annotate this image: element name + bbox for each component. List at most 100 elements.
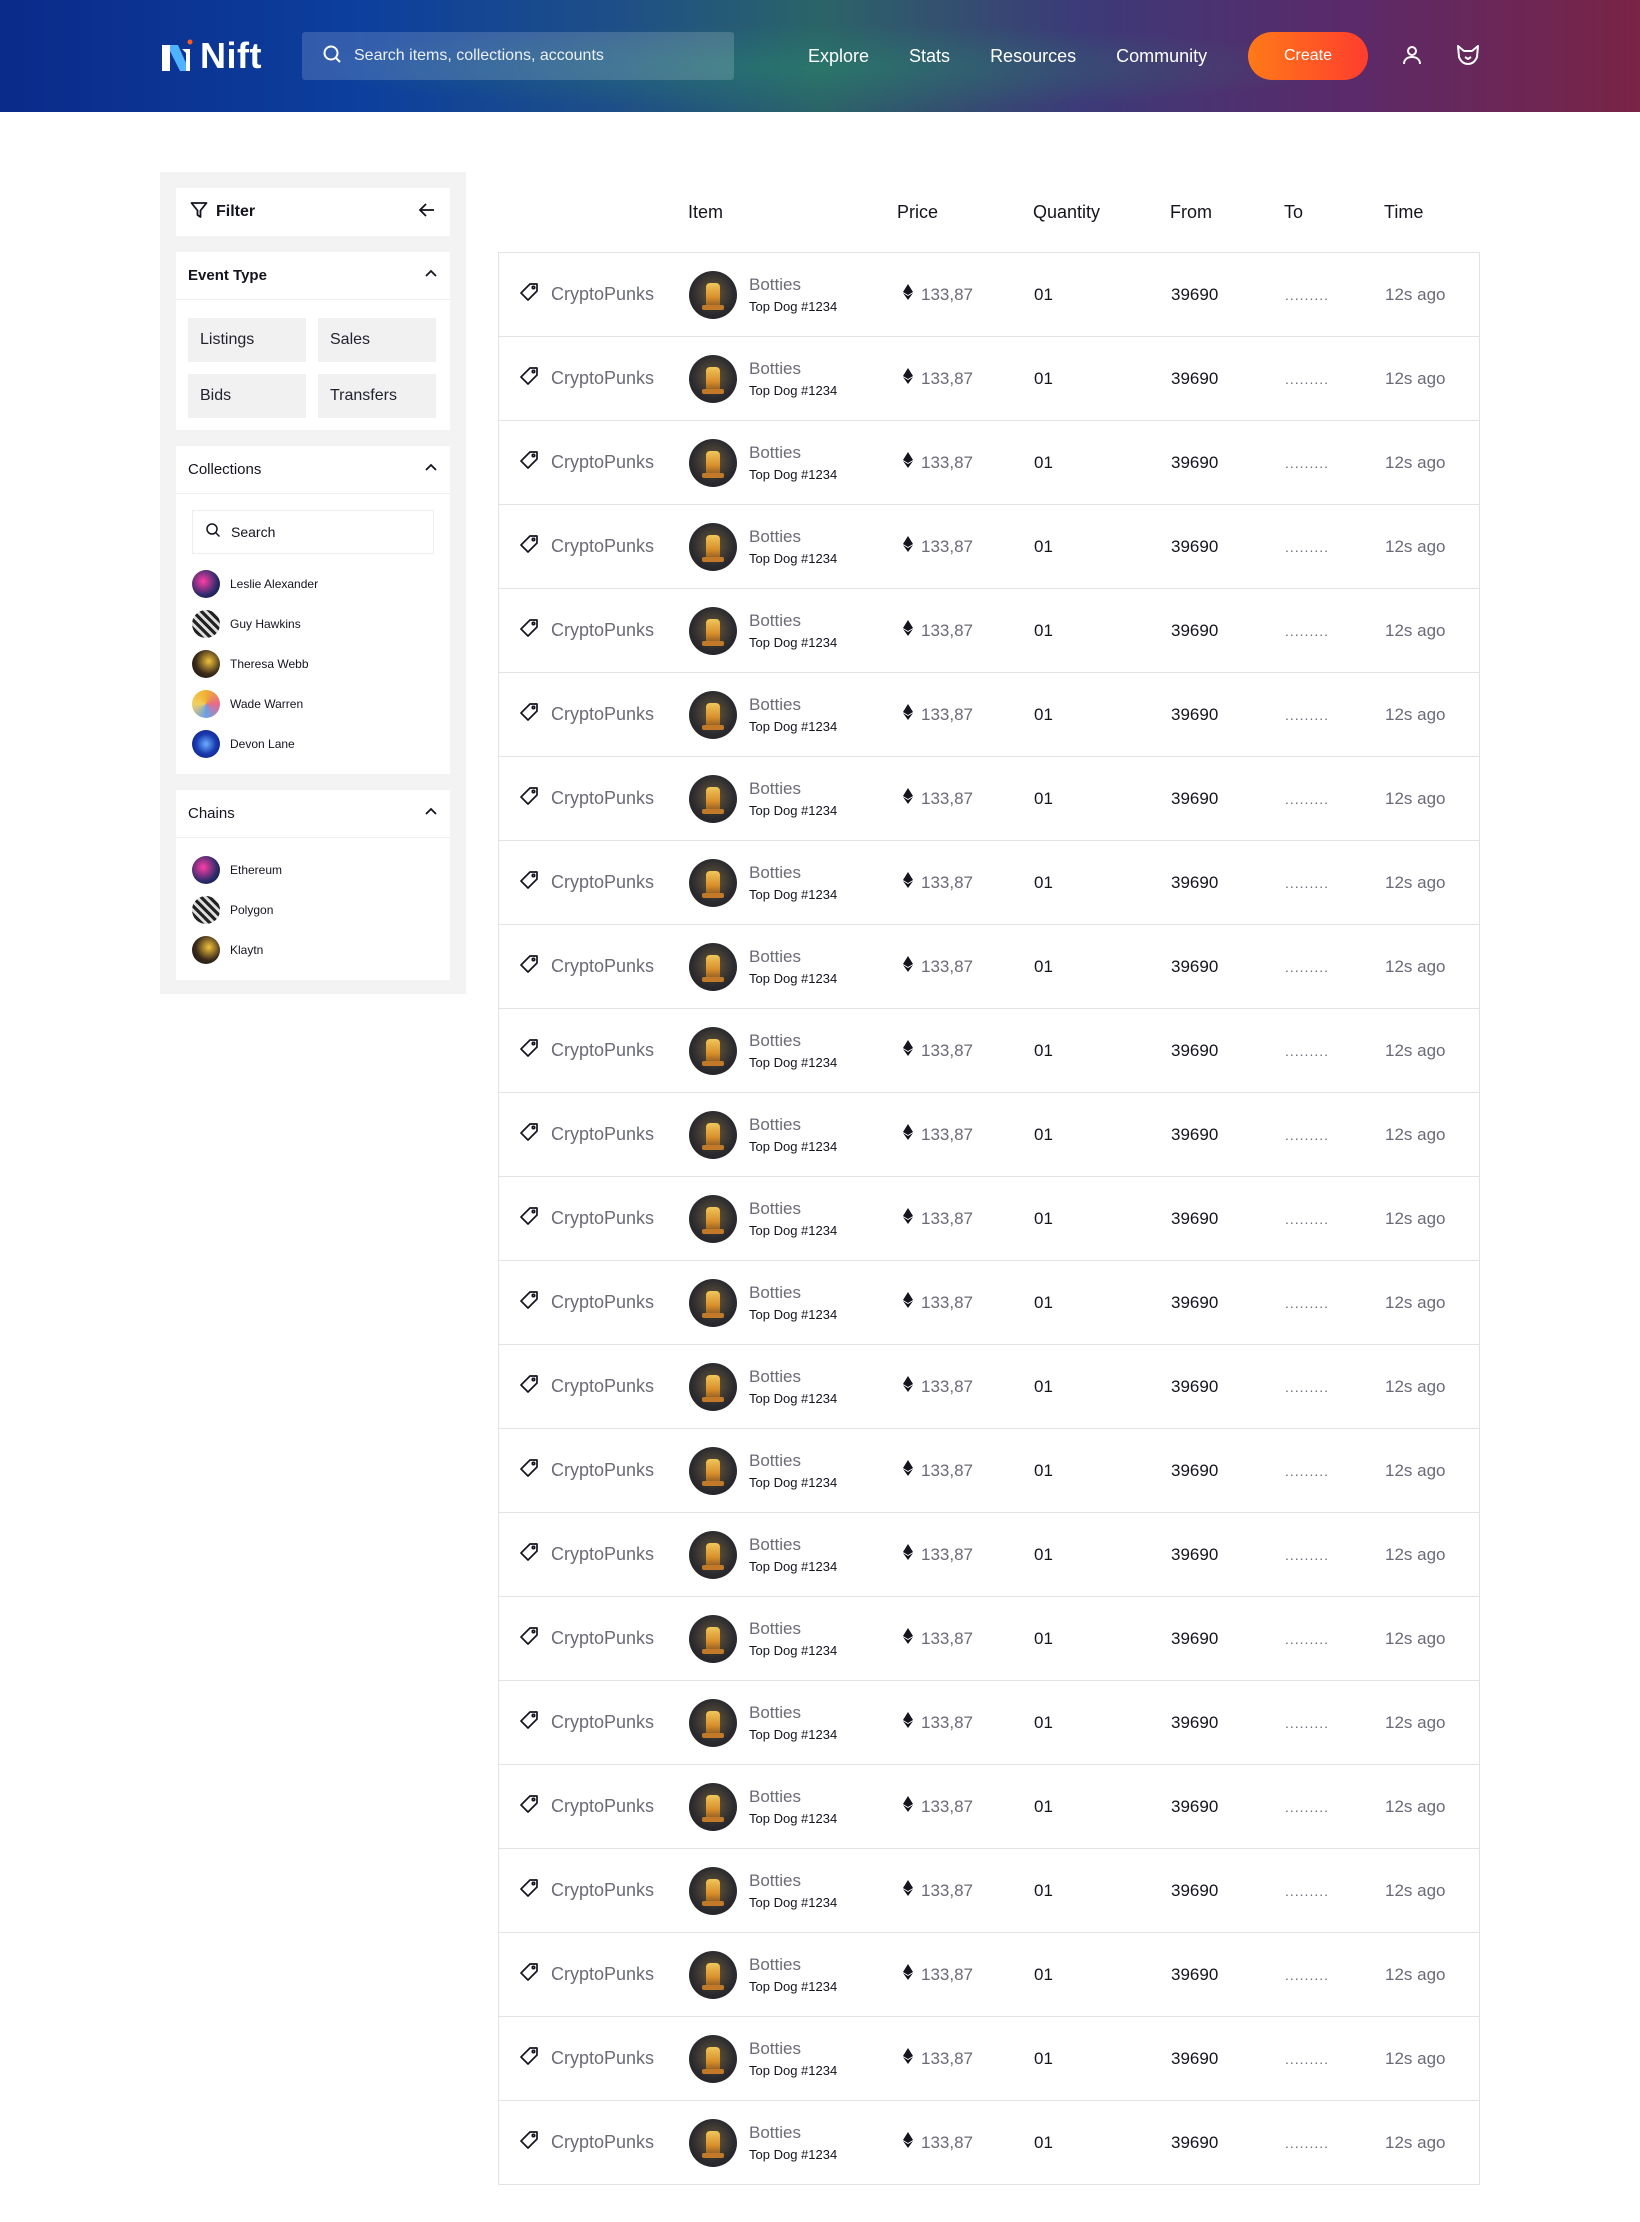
to-cell[interactable]: .........: [1285, 1429, 1329, 1512]
item-cell[interactable]: Botties Top Dog #1234: [689, 2017, 837, 2100]
from-cell[interactable]: 39690: [1171, 1261, 1218, 1344]
item-cell[interactable]: Botties Top Dog #1234: [689, 1093, 837, 1176]
table-row[interactable]: CryptoPunks Botties Top Dog #1234 133,87…: [499, 2017, 1479, 2101]
collection-cell[interactable]: CryptoPunks: [519, 1597, 654, 1680]
collection-cell[interactable]: CryptoPunks: [519, 253, 654, 336]
nav-explore[interactable]: Explore: [808, 46, 869, 67]
collection-item[interactable]: Wade Warren: [192, 684, 318, 724]
user-icon[interactable]: [1397, 40, 1427, 70]
from-cell[interactable]: 39690: [1171, 253, 1218, 336]
item-cell[interactable]: Botties Top Dog #1234: [689, 1597, 837, 1680]
to-cell[interactable]: .........: [1285, 1765, 1329, 1848]
create-button[interactable]: Create: [1248, 32, 1368, 80]
from-cell[interactable]: 39690: [1171, 1597, 1218, 1680]
event-option-sales[interactable]: Sales: [318, 318, 436, 362]
to-cell[interactable]: .........: [1285, 337, 1329, 420]
to-cell[interactable]: .........: [1285, 1849, 1329, 1932]
item-cell[interactable]: Botties Top Dog #1234: [689, 1513, 837, 1596]
chain-item[interactable]: Klaytn: [192, 930, 282, 970]
item-cell[interactable]: Botties Top Dog #1234: [689, 1177, 837, 1260]
item-cell[interactable]: Botties Top Dog #1234: [689, 1681, 837, 1764]
table-row[interactable]: CryptoPunks Botties Top Dog #1234 133,87…: [499, 589, 1479, 673]
collection-cell[interactable]: CryptoPunks: [519, 925, 654, 1008]
item-cell[interactable]: Botties Top Dog #1234: [689, 1009, 837, 1092]
table-row[interactable]: CryptoPunks Botties Top Dog #1234 133,87…: [499, 1765, 1479, 1849]
from-cell[interactable]: 39690: [1171, 925, 1218, 1008]
collection-cell[interactable]: CryptoPunks: [519, 673, 654, 756]
collection-cell[interactable]: CryptoPunks: [519, 337, 654, 420]
item-cell[interactable]: Botties Top Dog #1234: [689, 1933, 837, 2016]
from-cell[interactable]: 39690: [1171, 337, 1218, 420]
from-cell[interactable]: 39690: [1171, 505, 1218, 588]
item-cell[interactable]: Botties Top Dog #1234: [689, 337, 837, 420]
from-cell[interactable]: 39690: [1171, 1681, 1218, 1764]
nav-resources[interactable]: Resources: [990, 46, 1076, 67]
table-row[interactable]: CryptoPunks Botties Top Dog #1234 133,87…: [499, 1513, 1479, 1597]
event-type-header[interactable]: Event Type: [176, 252, 450, 300]
item-cell[interactable]: Botties Top Dog #1234: [689, 253, 837, 336]
collection-cell[interactable]: CryptoPunks: [519, 1429, 654, 1512]
collection-cell[interactable]: CryptoPunks: [519, 1681, 654, 1764]
from-cell[interactable]: 39690: [1171, 1009, 1218, 1092]
table-row[interactable]: CryptoPunks Botties Top Dog #1234 133,87…: [499, 1009, 1479, 1093]
collection-cell[interactable]: CryptoPunks: [519, 1933, 654, 2016]
to-cell[interactable]: .........: [1285, 673, 1329, 756]
event-option-listings[interactable]: Listings: [188, 318, 306, 362]
global-search[interactable]: [302, 32, 734, 80]
collection-cell[interactable]: CryptoPunks: [519, 1261, 654, 1344]
table-row[interactable]: CryptoPunks Botties Top Dog #1234 133,87…: [499, 337, 1479, 421]
chains-header[interactable]: Chains: [176, 790, 450, 838]
from-cell[interactable]: 39690: [1171, 841, 1218, 924]
collection-cell[interactable]: CryptoPunks: [519, 1513, 654, 1596]
from-cell[interactable]: 39690: [1171, 1849, 1218, 1932]
collection-cell[interactable]: CryptoPunks: [519, 841, 654, 924]
to-cell[interactable]: .........: [1285, 1933, 1329, 2016]
collection-cell[interactable]: CryptoPunks: [519, 1765, 654, 1848]
from-cell[interactable]: 39690: [1171, 1177, 1218, 1260]
from-cell[interactable]: 39690: [1171, 2101, 1218, 2184]
to-cell[interactable]: .........: [1285, 925, 1329, 1008]
table-row[interactable]: CryptoPunks Botties Top Dog #1234 133,87…: [499, 1849, 1479, 1933]
chevron-up-icon[interactable]: [424, 266, 438, 285]
item-cell[interactable]: Botties Top Dog #1234: [689, 841, 837, 924]
search-input[interactable]: [354, 47, 734, 65]
table-row[interactable]: CryptoPunks Botties Top Dog #1234 133,87…: [499, 1261, 1479, 1345]
event-option-bids[interactable]: Bids: [188, 374, 306, 418]
item-cell[interactable]: Botties Top Dog #1234: [689, 589, 837, 672]
chain-item[interactable]: Polygon: [192, 890, 282, 930]
collection-cell[interactable]: CryptoPunks: [519, 421, 654, 504]
from-cell[interactable]: 39690: [1171, 1765, 1218, 1848]
to-cell[interactable]: .........: [1285, 1177, 1329, 1260]
wallet-icon[interactable]: [1453, 40, 1483, 70]
table-row[interactable]: CryptoPunks Botties Top Dog #1234 133,87…: [499, 1681, 1479, 1765]
collections-search-input[interactable]: [231, 524, 421, 540]
logo[interactable]: Nift: [160, 35, 262, 76]
table-row[interactable]: CryptoPunks Botties Top Dog #1234 133,87…: [499, 1597, 1479, 1681]
to-cell[interactable]: .........: [1285, 1345, 1329, 1428]
from-cell[interactable]: 39690: [1171, 673, 1218, 756]
collection-cell[interactable]: CryptoPunks: [519, 1093, 654, 1176]
to-cell[interactable]: .........: [1285, 421, 1329, 504]
item-cell[interactable]: Botties Top Dog #1234: [689, 1261, 837, 1344]
to-cell[interactable]: .........: [1285, 589, 1329, 672]
table-row[interactable]: CryptoPunks Botties Top Dog #1234 133,87…: [499, 1429, 1479, 1513]
item-cell[interactable]: Botties Top Dog #1234: [689, 673, 837, 756]
from-cell[interactable]: 39690: [1171, 757, 1218, 840]
table-row[interactable]: CryptoPunks Botties Top Dog #1234 133,87…: [499, 1933, 1479, 2017]
item-cell[interactable]: Botties Top Dog #1234: [689, 757, 837, 840]
from-cell[interactable]: 39690: [1171, 589, 1218, 672]
from-cell[interactable]: 39690: [1171, 421, 1218, 504]
to-cell[interactable]: .........: [1285, 1261, 1329, 1344]
to-cell[interactable]: .........: [1285, 253, 1329, 336]
to-cell[interactable]: .........: [1285, 1597, 1329, 1680]
from-cell[interactable]: 39690: [1171, 1429, 1218, 1512]
to-cell[interactable]: .........: [1285, 1513, 1329, 1596]
item-cell[interactable]: Botties Top Dog #1234: [689, 1345, 837, 1428]
collection-cell[interactable]: CryptoPunks: [519, 1345, 654, 1428]
to-cell[interactable]: .........: [1285, 505, 1329, 588]
to-cell[interactable]: .........: [1285, 1093, 1329, 1176]
item-cell[interactable]: Botties Top Dog #1234: [689, 1765, 837, 1848]
nav-community[interactable]: Community: [1116, 46, 1207, 67]
table-row[interactable]: CryptoPunks Botties Top Dog #1234 133,87…: [499, 925, 1479, 1009]
collection-cell[interactable]: CryptoPunks: [519, 589, 654, 672]
